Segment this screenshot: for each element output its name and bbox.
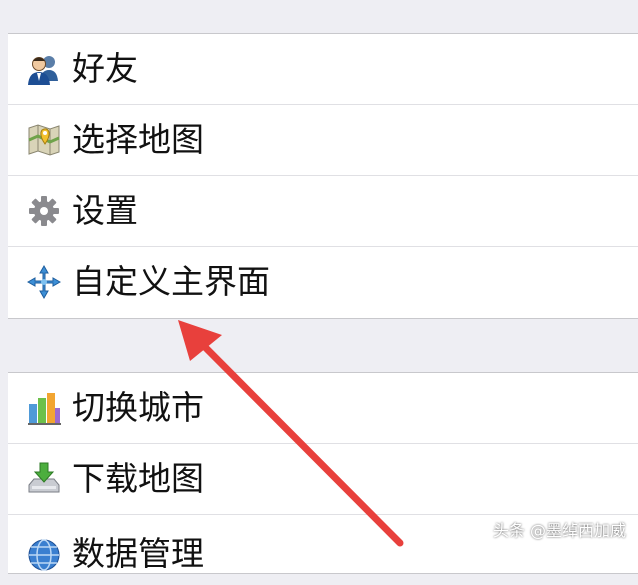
watermark: 头条 @墨绰西加威 <box>492 521 626 540</box>
menu-item-settings[interactable]: 设置 <box>8 176 638 247</box>
menu-item-label: 自定义主界面 <box>72 262 270 301</box>
download-icon <box>28 462 60 493</box>
menu-item-switch-city[interactable]: 切换城市 <box>8 373 638 444</box>
menu-item-select-map[interactable]: 选择地图 <box>8 105 638 176</box>
menu-item-download-map[interactable]: 下载地图 <box>8 444 638 515</box>
menu-item-label: 下载地图 <box>72 459 204 498</box>
globe-icon <box>28 539 60 571</box>
menu-item-label: 好友 <box>72 49 138 88</box>
menu-item-label: 选择地图 <box>72 120 204 159</box>
menu-item-label: 数据管理 <box>72 534 204 573</box>
customize-icon <box>26 264 62 300</box>
gear-icon <box>29 196 59 226</box>
city-bars-icon <box>28 393 61 425</box>
menu-item-customize-main[interactable]: 自定义主界面 <box>8 247 638 317</box>
menu-item-label: 设置 <box>72 191 138 230</box>
menu-item-label: 切换城市 <box>72 388 204 427</box>
menu-item-friends[interactable]: 好友 <box>8 34 638 105</box>
settings-group-1: 好友 选择地图 设置 自定义主界面 <box>8 33 638 319</box>
map-select-icon <box>28 124 60 156</box>
friends-icon <box>28 56 58 85</box>
settings-group-2: 切换城市 下载地图 数据管理 <box>8 372 638 574</box>
